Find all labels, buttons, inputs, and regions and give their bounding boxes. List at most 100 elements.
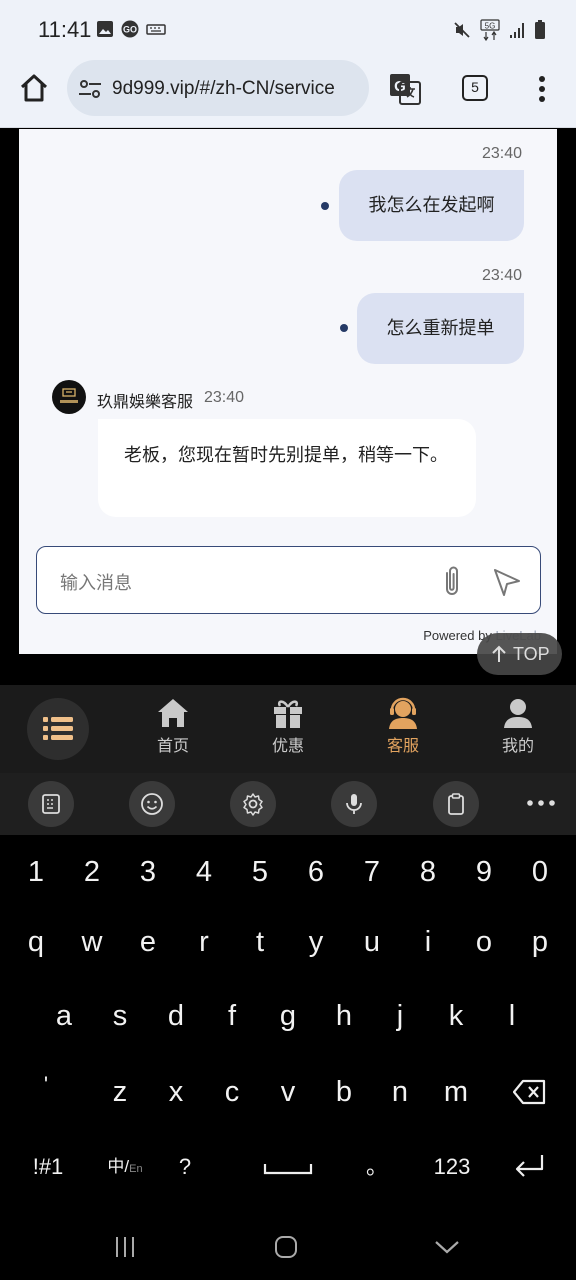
more-vert-icon[interactable]	[537, 74, 547, 104]
key-i[interactable]: i	[400, 914, 456, 970]
key-7[interactable]: 7	[344, 844, 400, 900]
key-r[interactable]: r	[176, 914, 232, 970]
key-apostrophe[interactable]: '	[18, 1057, 74, 1113]
home-button-icon[interactable]	[274, 1235, 298, 1259]
chat-window: 23:40 我怎么在发起啊 23:40 怎么重新提单 玖鼎娛樂客服 23:40 …	[19, 129, 557, 654]
bottom-navigation: 首页 优惠 客服 我的	[0, 685, 576, 773]
key-3[interactable]: 3	[120, 844, 176, 900]
message-time: 23:40	[482, 267, 523, 284]
user-icon	[504, 699, 532, 728]
message-time: 23:40	[482, 145, 523, 162]
address-bar[interactable]: 9d999.vip/#/zh-CN/service	[67, 60, 369, 116]
soft-keyboard: 1 2 3 4 5 6 7 8 9 0 q w e r t y u i o p …	[0, 835, 576, 1215]
numbers-key[interactable]: 123	[422, 1139, 482, 1195]
key-4[interactable]: 4	[176, 844, 232, 900]
5g-icon: 5G	[480, 19, 500, 41]
symbols-key[interactable]: !#1	[18, 1139, 78, 1195]
nav-item-home[interactable]: 首页	[133, 697, 213, 756]
attach-icon[interactable]	[439, 564, 465, 598]
agent-name: 玖鼎娛樂客服	[97, 394, 194, 411]
key-w[interactable]: w	[64, 914, 120, 970]
back-icon[interactable]	[434, 1235, 460, 1259]
nav-item-promotions[interactable]: 优惠	[248, 697, 328, 756]
chat-bubble-user: 怎么重新提单	[357, 293, 524, 364]
menu-button[interactable]	[27, 698, 89, 760]
svg-text:5G: 5G	[485, 22, 496, 31]
key-v[interactable]: v	[260, 1064, 316, 1120]
settings-button[interactable]	[230, 781, 276, 827]
key-p[interactable]: p	[512, 914, 568, 970]
key-f[interactable]: f	[204, 988, 260, 1044]
key-j[interactable]: j	[372, 988, 428, 1044]
key-z[interactable]: z	[92, 1064, 148, 1120]
send-icon[interactable]	[492, 567, 522, 597]
emoji-button[interactable]	[129, 781, 175, 827]
url-text: 9d999.vip/#/zh-CN/service	[112, 78, 335, 99]
translate-icon[interactable]: G	[388, 72, 422, 106]
status-bar: 11:41 GO 5G	[0, 0, 576, 58]
unread-dot	[340, 324, 348, 332]
key-2[interactable]: 2	[64, 844, 120, 900]
list-icon	[43, 717, 73, 740]
key-6[interactable]: 6	[288, 844, 344, 900]
sticker-button[interactable]	[28, 781, 74, 827]
more-icon[interactable]	[524, 793, 558, 813]
clipboard-button[interactable]	[433, 781, 479, 827]
key-9[interactable]: 9	[456, 844, 512, 900]
key-t[interactable]: t	[232, 914, 288, 970]
key-x[interactable]: x	[148, 1064, 204, 1120]
space-icon	[263, 1164, 313, 1175]
recent-apps-icon[interactable]	[113, 1235, 137, 1259]
key-k[interactable]: k	[428, 988, 484, 1044]
key-n[interactable]: n	[372, 1064, 428, 1120]
key-s[interactable]: s	[92, 988, 148, 1044]
system-navigation	[0, 1215, 576, 1280]
key-8[interactable]: 8	[400, 844, 456, 900]
message-composer[interactable]: 输入消息	[36, 546, 541, 614]
key-m[interactable]: m	[428, 1064, 484, 1120]
key-c[interactable]: c	[204, 1064, 260, 1120]
nav-item-profile[interactable]: 我的	[478, 697, 558, 756]
voice-input-button[interactable]	[331, 781, 377, 827]
keyboard-toolbar	[0, 773, 576, 835]
key-0[interactable]: 0	[512, 844, 568, 900]
battery-icon	[535, 20, 545, 39]
key-g[interactable]: g	[260, 988, 316, 1044]
image-icon	[97, 21, 113, 37]
key-h[interactable]: h	[316, 988, 372, 1044]
key-l[interactable]: l	[484, 988, 540, 1044]
agent-avatar	[52, 380, 86, 414]
nav-item-support[interactable]: 客服	[363, 697, 443, 756]
key-5[interactable]: 5	[232, 844, 288, 900]
enter-key[interactable]	[502, 1139, 558, 1195]
key-period[interactable]: 。	[349, 1139, 405, 1195]
key-d[interactable]: d	[148, 988, 204, 1044]
scroll-top-button[interactable]: TOP	[477, 633, 562, 675]
key-b[interactable]: b	[316, 1064, 372, 1120]
site-settings-icon[interactable]	[77, 78, 103, 100]
emoji-icon	[141, 793, 163, 815]
arrow-up-icon	[492, 645, 506, 662]
clipboard-icon	[448, 793, 464, 815]
key-question[interactable]: ?	[157, 1139, 213, 1195]
chat-bubble-user: 我怎么在发起啊	[339, 170, 524, 241]
gift-icon	[274, 700, 302, 728]
home-icon[interactable]	[18, 72, 50, 104]
key-e[interactable]: e	[120, 914, 176, 970]
mute-icon	[454, 22, 470, 38]
key-o[interactable]: o	[456, 914, 512, 970]
sticker-icon	[42, 794, 60, 814]
language-key[interactable]: 中/En	[100, 1139, 150, 1195]
message-input[interactable]: 输入消息	[60, 569, 132, 595]
key-q[interactable]: q	[8, 914, 64, 970]
message-time: 23:40	[204, 389, 245, 406]
key-u[interactable]: u	[344, 914, 400, 970]
service-page: 23:40 我怎么在发起啊 23:40 怎么重新提单 玖鼎娛樂客服 23:40 …	[0, 129, 576, 685]
key-y[interactable]: y	[288, 914, 344, 970]
key-a[interactable]: a	[36, 988, 92, 1044]
key-1[interactable]: 1	[8, 844, 64, 900]
backspace-key[interactable]	[502, 1064, 558, 1120]
tab-switcher-button[interactable]: 5	[462, 75, 488, 101]
space-key[interactable]	[255, 1139, 321, 1195]
backspace-icon	[512, 1079, 546, 1105]
